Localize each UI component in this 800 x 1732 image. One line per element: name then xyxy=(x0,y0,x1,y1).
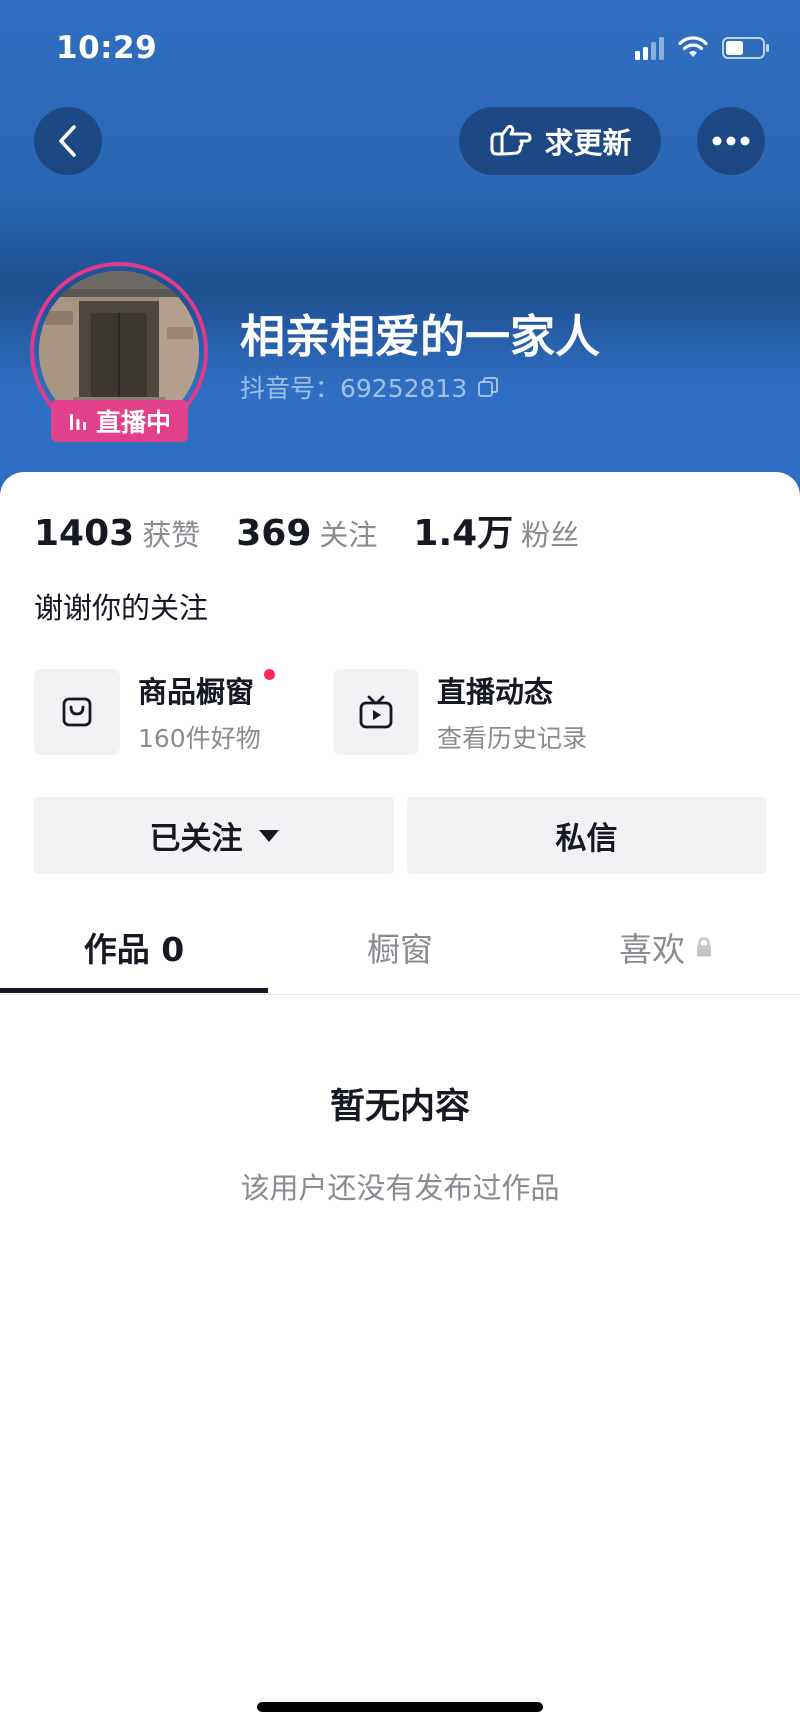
back-button[interactable] xyxy=(34,107,102,175)
live-history-entry[interactable]: 直播动态 查看历史记录 xyxy=(333,669,587,755)
profile-bio: 谢谢你的关注 xyxy=(34,591,209,625)
more-dots-icon xyxy=(712,136,750,146)
likes-label[interactable]: 获赞 xyxy=(142,512,200,554)
live-history-title: 直播动态 xyxy=(437,675,554,709)
lock-icon xyxy=(697,937,711,957)
wifi-icon xyxy=(678,36,708,57)
signal-icon xyxy=(635,36,664,60)
product-showcase-subtitle: 160件好物 xyxy=(138,724,261,753)
following-dropdown-button[interactable]: 已关注 xyxy=(34,797,394,874)
caret-down-icon xyxy=(258,829,279,842)
chevron-left-icon xyxy=(59,125,76,157)
live-badge-label: 直播中 xyxy=(95,408,171,437)
following-label[interactable]: 关注 xyxy=(319,512,377,554)
status-time: 10:29 xyxy=(56,30,158,66)
shopping-bag-icon-box xyxy=(34,669,120,755)
shopping-bag-icon xyxy=(62,697,92,727)
douyin-id-text: 抖音号：69252813 xyxy=(240,374,468,403)
active-tab-indicator xyxy=(0,988,268,993)
more-button[interactable] xyxy=(697,107,765,175)
status-icons xyxy=(635,34,770,62)
product-showcase-title-text: 商品橱窗 xyxy=(138,675,255,709)
following-button-label: 已关注 xyxy=(149,821,243,857)
pointing-hand-icon xyxy=(490,124,532,156)
product-showcase-title: 商品橱窗 xyxy=(138,669,275,711)
request-update-button[interactable]: 求更新 xyxy=(459,107,661,175)
profile-tabs: 作品 0 橱窗 喜欢 xyxy=(0,900,800,995)
tab-likes[interactable]: 喜欢 xyxy=(532,900,800,994)
tab-likes-label: 喜欢 xyxy=(619,930,685,969)
followers-label[interactable]: 粉丝 xyxy=(521,512,579,554)
tv-play-icon xyxy=(359,695,393,729)
profile-username: 相亲相爱的一家人 xyxy=(240,310,601,363)
tab-showcase-label: 橱窗 xyxy=(367,930,433,969)
likes-count[interactable]: 1403 xyxy=(34,513,134,554)
live-badge[interactable]: 直播中 xyxy=(51,400,188,442)
empty-state-title: 暂无内容 xyxy=(329,1087,470,1127)
douyin-id: 抖音号：69252813 xyxy=(240,369,499,405)
following-count[interactable]: 369 xyxy=(236,513,311,554)
live-history-subtitle: 查看历史记录 xyxy=(437,724,588,753)
request-update-label: 求更新 xyxy=(544,126,632,160)
tab-works[interactable]: 作品 0 xyxy=(0,900,268,994)
tv-play-icon-box xyxy=(333,669,419,755)
profile-stats: 1403 获赞 369 关注 1.4万 粉丝 xyxy=(34,504,615,556)
home-indicator[interactable] xyxy=(257,1702,543,1712)
copy-icon[interactable] xyxy=(477,376,499,398)
tab-works-label: 作品 0 xyxy=(83,930,185,969)
battery-icon xyxy=(722,37,769,59)
live-bars-icon xyxy=(69,414,86,430)
tab-showcase[interactable]: 橱窗 xyxy=(268,900,532,994)
followers-count[interactable]: 1.4万 xyxy=(413,504,513,556)
empty-state-subtitle: 该用户还没有发布过作品 xyxy=(240,1171,560,1205)
message-button-label: 私信 xyxy=(555,821,618,857)
notification-dot xyxy=(263,669,275,680)
message-button[interactable]: 私信 xyxy=(407,797,766,874)
product-showcase-entry[interactable]: 商品橱窗 160件好物 xyxy=(34,669,275,755)
